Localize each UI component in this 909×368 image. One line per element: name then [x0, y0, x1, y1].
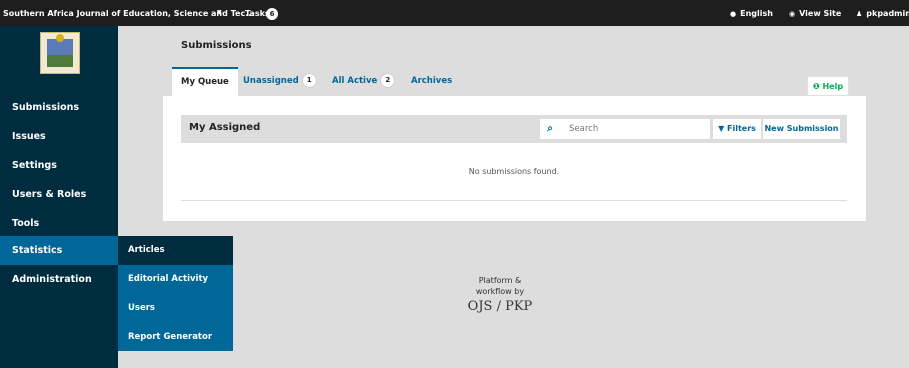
- filter-icon: ▼: [718, 124, 725, 133]
- globe-icon: ●: [730, 10, 737, 18]
- language-label: English: [740, 9, 773, 18]
- eye-icon: ◉: [789, 10, 796, 18]
- chevron-down-icon[interactable]: ▼: [217, 9, 222, 16]
- sidebar: Submissions Issues Settings Users & Role…: [0, 26, 118, 368]
- new-submission-button[interactable]: New Submission: [763, 119, 840, 139]
- tab-label: All Active: [332, 76, 378, 86]
- page-title: Submissions: [181, 40, 252, 51]
- language-menu[interactable]: ● English: [730, 9, 773, 18]
- top-bar: Southern Africa Journal of Education, Sc…: [0, 0, 909, 26]
- view-site-label: View Site: [799, 9, 842, 18]
- user-icon: ♟: [856, 10, 863, 18]
- tab-archives[interactable]: Archives: [411, 67, 452, 96]
- filters-button[interactable]: ▼ Filters: [713, 119, 761, 139]
- tab-count-badge: 2: [380, 73, 396, 88]
- sidebar-item-statistics[interactable]: Statistics: [0, 236, 118, 265]
- tab-my-queue[interactable]: My Queue: [172, 67, 238, 96]
- user-menu[interactable]: ♟ pkpadmin: [856, 9, 909, 18]
- journal-logo[interactable]: [40, 32, 80, 74]
- tab-label: My Queue: [181, 77, 229, 87]
- submenu-item-users[interactable]: Users: [118, 294, 233, 323]
- sidebar-item-tools[interactable]: Tools: [0, 209, 118, 238]
- tab-all-active[interactable]: All Active 2: [332, 67, 396, 96]
- pkp-brand[interactable]: Platform & workflow by OJS / PKP: [460, 275, 540, 314]
- sidebar-item-users-roles[interactable]: Users & Roles: [0, 180, 118, 209]
- search-input[interactable]: [560, 119, 710, 139]
- tab-count-badge: 1: [301, 73, 317, 88]
- sidebar-item-issues[interactable]: Issues: [0, 122, 118, 151]
- submenu-item-articles[interactable]: Articles: [118, 236, 233, 265]
- tab-label: Unassigned: [243, 76, 299, 86]
- submenu-item-editorial-activity[interactable]: Editorial Activity: [118, 265, 233, 294]
- statistics-submenu: Articles Editorial Activity Users Report…: [118, 236, 233, 351]
- ojs-pkp-logo: OJS / PKP: [467, 299, 533, 314]
- sidebar-item-administration[interactable]: Administration: [0, 265, 118, 294]
- grid-title: My Assigned: [189, 122, 261, 133]
- sidebar-item-submissions[interactable]: Submissions: [0, 93, 118, 122]
- brand-line-2: workflow by: [475, 287, 525, 296]
- sidebar-item-settings[interactable]: Settings: [0, 151, 118, 180]
- search-icon[interactable]: ⌕: [540, 119, 560, 139]
- submenu-item-report-generator[interactable]: Report Generator: [118, 323, 233, 352]
- filters-label: Filters: [727, 124, 756, 133]
- tab-unassigned[interactable]: Unassigned 1: [243, 67, 317, 96]
- help-button[interactable]: ❶ Help: [807, 76, 849, 96]
- tab-label: Archives: [411, 76, 453, 86]
- empty-message: No submissions found.: [181, 143, 847, 201]
- tasks-count-badge[interactable]: 6: [266, 8, 278, 20]
- view-site-link[interactable]: ◉ View Site: [789, 9, 841, 18]
- user-name: pkpadmin: [866, 9, 909, 18]
- logo-emblem: [56, 34, 64, 42]
- help-icon: ❶: [812, 82, 820, 91]
- brand-line-1: Platform &: [478, 276, 522, 285]
- logo-land: [47, 55, 73, 67]
- help-label: Help: [822, 82, 844, 91]
